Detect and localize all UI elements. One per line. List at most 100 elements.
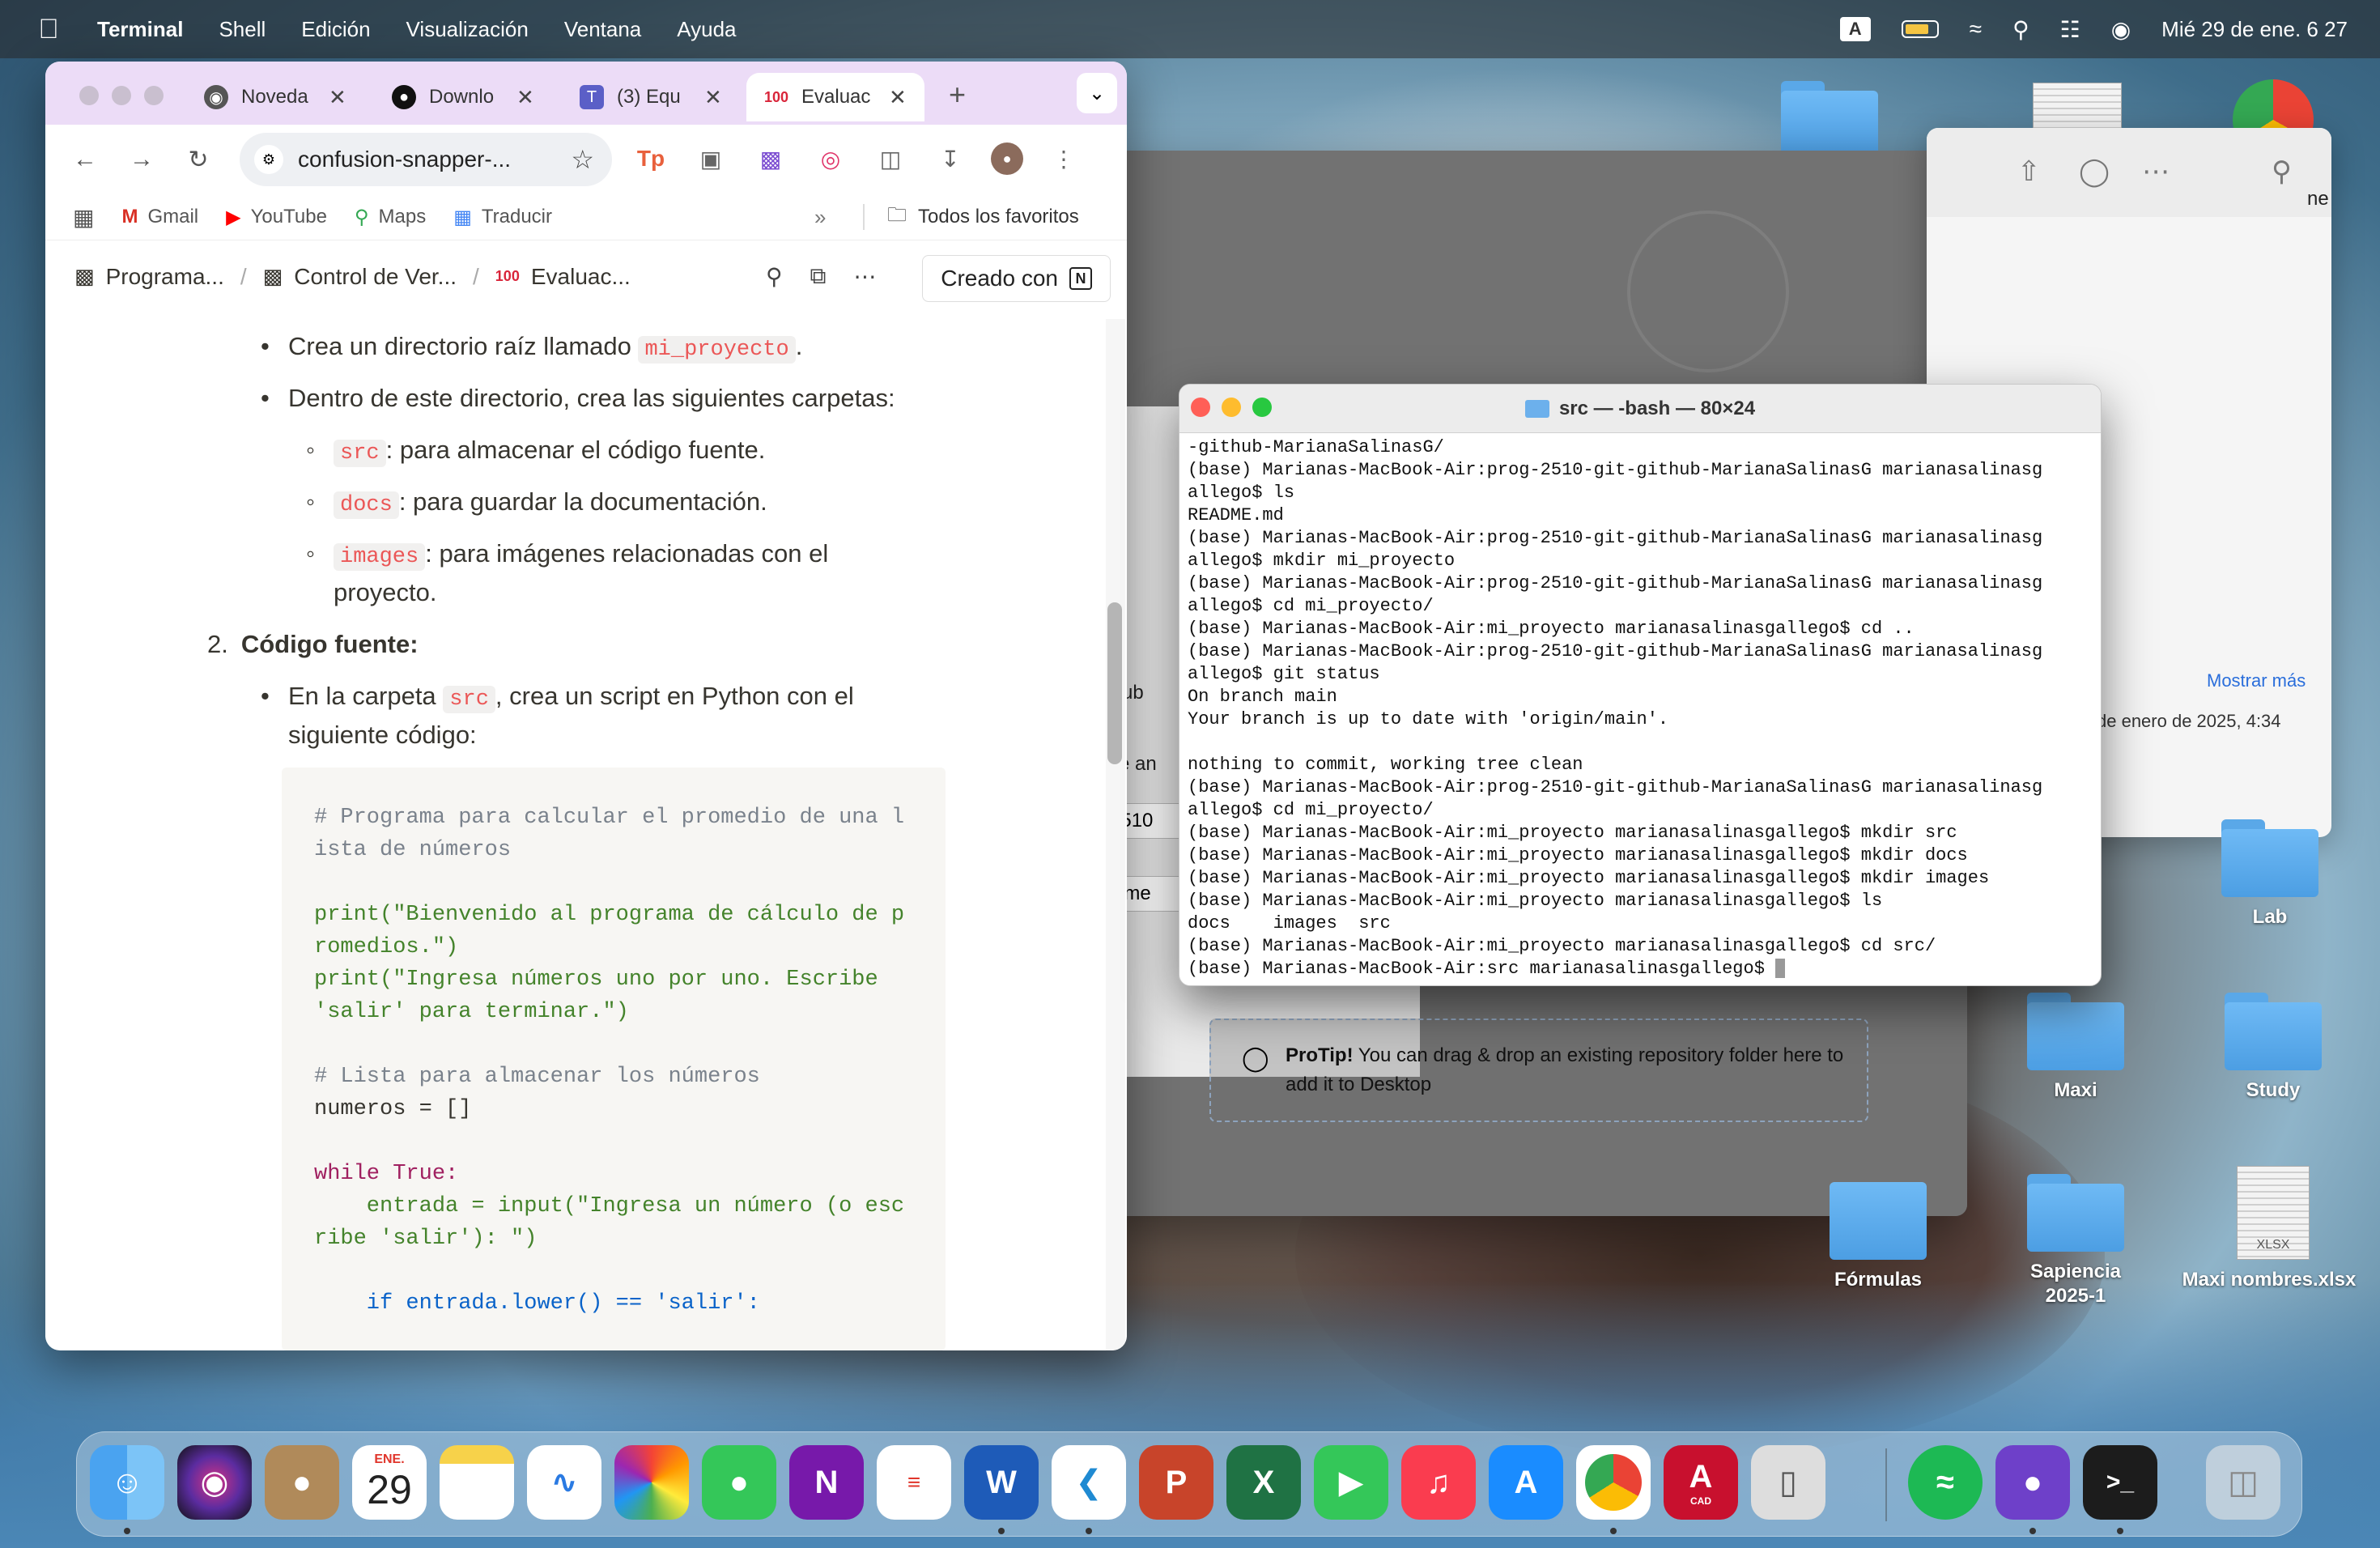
more-actions-icon[interactable]: ⋯	[2142, 155, 2170, 188]
menu-visualizacion[interactable]: Visualización	[406, 17, 529, 42]
bookmark-star-icon[interactable]: ☆	[571, 144, 594, 175]
protip-dropzone[interactable]: ◯ ProTip! You can drag & drop an existin…	[1209, 1019, 1868, 1122]
extension-tp-icon[interactable]: Tp	[631, 139, 670, 178]
finder-icon[interactable]: ☺	[90, 1445, 164, 1520]
menu-shell[interactable]: Shell	[219, 17, 266, 42]
desktop-folder-sapiencia[interactable]: Sapiencia 2025-1	[1987, 1174, 2165, 1308]
trash-icon[interactable]: ◫	[2206, 1445, 2280, 1520]
bookmark-traducir[interactable]: ▦ Traducir	[453, 206, 552, 229]
duplicate-icon[interactable]: ⧉	[810, 263, 827, 290]
terminal-minimize-button[interactable]	[1222, 398, 1241, 417]
download-icon[interactable]: ↧	[931, 139, 970, 178]
document-scroll-thumb[interactable]	[1107, 602, 1122, 764]
desktop-folder-lab[interactable]: Lab	[2181, 819, 2359, 929]
new-tab-button[interactable]: +	[949, 78, 966, 112]
music-icon[interactable]: ♫	[1401, 1445, 1476, 1520]
breadcrumb-programa[interactable]: ▩ Programa...	[74, 264, 224, 290]
excel-icon[interactable]: X	[1226, 1445, 1301, 1520]
menu-ayuda[interactable]: Ayuda	[677, 17, 736, 42]
created-with-notion-button[interactable]: Creado con N	[922, 255, 1111, 302]
close-window-button[interactable]	[79, 86, 99, 105]
vscode-icon[interactable]: ❮	[1052, 1445, 1126, 1520]
word-icon[interactable]: W	[964, 1445, 1039, 1520]
spotlight-search-icon[interactable]: ⚲	[2012, 16, 2029, 43]
terminal-close-button[interactable]	[1191, 398, 1210, 417]
chrome-menu-icon[interactable]: ⋮	[1044, 139, 1083, 178]
minimize-window-button[interactable]	[112, 86, 131, 105]
autocad-icon[interactable]: A CAD	[1664, 1445, 1738, 1520]
close-tab-icon[interactable]: ✕	[704, 85, 722, 110]
siri-icon[interactable]: ◉	[177, 1445, 252, 1520]
breadcrumb-evaluacion[interactable]: 100 Evaluac...	[495, 264, 631, 290]
tab-evaluacion[interactable]: 100 Evaluac ✕	[746, 73, 924, 121]
wifi-icon[interactable]: ≈	[1970, 16, 1982, 42]
bookmark-gmail[interactable]: M Gmail	[121, 206, 198, 228]
photos-icon[interactable]	[614, 1445, 689, 1520]
apple-menu-icon[interactable]: 	[32, 13, 65, 45]
contacts-icon[interactable]: ●	[265, 1445, 339, 1520]
desktop-folder-top[interactable]	[1740, 81, 1919, 159]
tag-icon[interactable]: ◯	[2079, 155, 2110, 188]
reload-icon[interactable]: ↻	[178, 139, 219, 180]
freeform-icon[interactable]: ∿	[527, 1445, 601, 1520]
menu-app-name[interactable]: Terminal	[97, 17, 183, 42]
breadcrumb-control-versiones[interactable]: ▩ Control de Ver...	[263, 264, 457, 290]
menu-edicion[interactable]: Edición	[301, 17, 370, 42]
terminal-icon[interactable]: >_	[2083, 1445, 2157, 1520]
app-store-icon[interactable]: A	[1489, 1445, 1563, 1520]
mostrar-mas-link[interactable]: Mostrar más	[2207, 670, 2306, 691]
desktop-folder-study[interactable]: Study	[2184, 993, 2362, 1103]
menu-ventana[interactable]: Ventana	[564, 17, 641, 42]
iphone-mirroring-icon[interactable]: ▯	[1751, 1445, 1825, 1520]
github-desktop-icon[interactable]: ●	[1995, 1445, 2070, 1520]
tab-teams[interactable]: T (3) Equ ✕	[580, 73, 722, 121]
site-info-icon[interactable]: ⚙	[254, 145, 283, 174]
close-tab-icon[interactable]: ✕	[329, 85, 346, 110]
zoom-window-button[interactable]	[144, 86, 164, 105]
input-source-icon[interactable]: A	[1839, 17, 1871, 41]
forward-arrow-icon[interactable]: →	[121, 139, 162, 180]
document-scrollbar[interactable]	[1106, 319, 1125, 1350]
menu-clock[interactable]: Mié 29 de ene. 6 27	[2161, 17, 2348, 42]
bookmark-maps[interactable]: ⚲ Maps	[355, 206, 426, 229]
reminders-icon[interactable]: ≡	[877, 1445, 951, 1520]
more-bookmarks-chevron-icon[interactable]: »	[814, 205, 826, 230]
tab-search-chevron-icon[interactable]: ⌄	[1077, 73, 1117, 113]
desktop-folder-formulas[interactable]: Fórmulas	[1789, 1182, 1967, 1292]
extension-screenshot-icon[interactable]: ▣	[691, 139, 730, 178]
extensions-puzzle-icon[interactable]: ◫	[871, 139, 910, 178]
desktop-folder-maxi[interactable]: Maxi	[1987, 993, 2165, 1103]
more-options-icon[interactable]: ⋯	[854, 263, 877, 290]
extension-teams-icon[interactable]: ▩	[751, 139, 790, 178]
extension-target-icon[interactable]: ◎	[811, 139, 850, 178]
onenote-icon[interactable]: N	[789, 1445, 864, 1520]
back-arrow-icon[interactable]: ←	[65, 139, 105, 180]
control-center-icon[interactable]: ☷	[2060, 16, 2080, 43]
apps-grid-icon[interactable]: ▦	[73, 204, 94, 231]
close-tab-icon[interactable]: ✕	[516, 85, 534, 110]
facetime-icon[interactable]: ▶	[1314, 1445, 1388, 1520]
spotify-icon[interactable]: ≈	[1908, 1445, 1983, 1520]
powerpoint-icon[interactable]: P	[1139, 1445, 1213, 1520]
search-icon[interactable]: ⚲	[766, 263, 783, 290]
tab-novedades[interactable]: ◉ Noveda ✕	[204, 73, 346, 121]
terminal-zoom-button[interactable]	[1252, 398, 1272, 417]
profile-avatar[interactable]: ●	[991, 142, 1023, 175]
siri-icon[interactable]: ◉	[2111, 16, 2131, 43]
address-bar[interactable]: ⚙ confusion-snapper-... ☆	[240, 133, 612, 186]
close-tab-icon[interactable]: ✕	[889, 85, 907, 110]
bookmark-youtube[interactable]: ▶ YouTube	[226, 206, 327, 229]
all-bookmarks-folder[interactable]: 🗀 Todos los favoritos	[887, 201, 1079, 234]
notes-icon[interactable]	[440, 1445, 514, 1520]
desktop-file-maxi-nombres[interactable]: XLSX Maxi nombres.xlsx	[2182, 1166, 2362, 1292]
search-icon[interactable]: ⚲	[2272, 155, 2292, 188]
messages-icon[interactable]: ●	[702, 1445, 776, 1520]
tab-downloads[interactable]: ● Downlo ✕	[392, 73, 534, 121]
chrome-icon[interactable]	[1576, 1445, 1651, 1520]
url-text[interactable]: confusion-snapper-...	[298, 147, 571, 172]
calendar-icon[interactable]: ENE. 29	[352, 1445, 427, 1520]
share-icon[interactable]: ⇧	[2017, 155, 2041, 188]
desktop-file-top[interactable]	[1988, 83, 2166, 131]
battery-icon[interactable]	[1901, 20, 1939, 38]
terminal-output[interactable]: -github-MarianaSalinasG/ (base) Marianas-…	[1179, 433, 2101, 984]
